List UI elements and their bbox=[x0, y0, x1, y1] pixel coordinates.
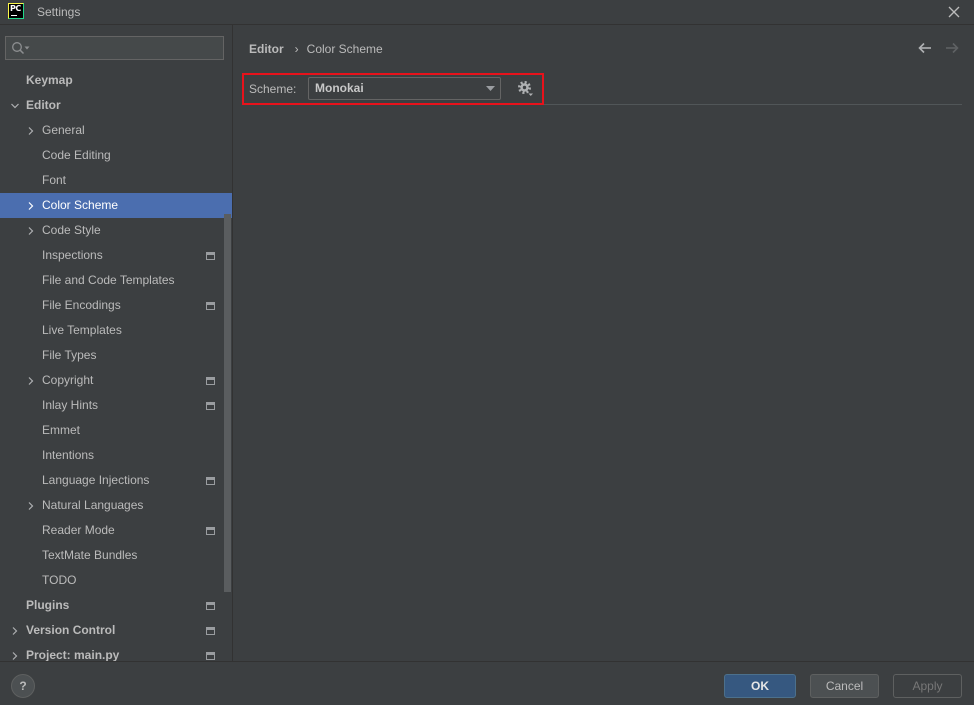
project-scope-icon bbox=[206, 652, 215, 660]
sidebar-item-project[interactable]: Project: main.py bbox=[0, 643, 232, 661]
sidebar-item-language-injections[interactable]: Language Injections bbox=[0, 468, 232, 493]
project-scope-icon bbox=[206, 602, 215, 610]
breadcrumb-separator: › bbox=[294, 42, 299, 56]
sidebar-item-label: Intentions bbox=[42, 448, 95, 462]
sidebar-item-plugins[interactable]: Plugins bbox=[0, 593, 232, 618]
sidebar-item-label: File Types bbox=[42, 348, 97, 362]
sidebar-item-inlay-hints[interactable]: Inlay Hints bbox=[0, 393, 232, 418]
title-bar: PC Settings bbox=[0, 0, 974, 25]
sidebar-item-code-style[interactable]: Code Style bbox=[0, 218, 232, 243]
search-input[interactable] bbox=[34, 39, 218, 57]
settings-sidebar: Keymap Editor General Code Editing Font … bbox=[0, 25, 233, 661]
scheme-row-highlight bbox=[242, 73, 544, 105]
sidebar-item-general[interactable]: General bbox=[0, 118, 232, 143]
cancel-button[interactable]: Cancel bbox=[810, 674, 879, 698]
sidebar-item-intentions[interactable]: Intentions bbox=[0, 443, 232, 468]
sidebar-item-label: Font bbox=[42, 173, 67, 187]
sidebar-item-keymap[interactable]: Keymap bbox=[0, 68, 232, 93]
sidebar-item-file-and-code-templates[interactable]: File and Code Templates bbox=[0, 268, 232, 293]
project-scope-icon bbox=[206, 627, 215, 635]
project-scope-icon bbox=[206, 527, 215, 535]
sidebar-item-label: Project: main.py bbox=[26, 648, 120, 661]
sidebar-item-label: Copyright bbox=[42, 373, 94, 387]
project-scope-icon bbox=[206, 302, 215, 310]
breadcrumb-parent[interactable]: Editor bbox=[249, 42, 284, 56]
sidebar-item-label: Inspections bbox=[42, 248, 103, 262]
sidebar-item-font[interactable]: Font bbox=[0, 168, 232, 193]
arrow-right-icon bbox=[946, 42, 959, 54]
sidebar-item-label: TODO bbox=[42, 573, 77, 587]
settings-content: Editor › Color Scheme Scheme: Monokai bbox=[233, 25, 974, 661]
sidebar-item-label: General bbox=[42, 123, 85, 137]
project-scope-icon bbox=[206, 377, 215, 385]
sidebar-item-label: File and Code Templates bbox=[42, 273, 175, 287]
chevron-right-icon[interactable] bbox=[26, 501, 36, 511]
sidebar-item-label: Version Control bbox=[26, 623, 116, 637]
pycharm-icon: PC bbox=[8, 3, 24, 19]
sidebar-item-label: Editor bbox=[26, 98, 61, 112]
project-scope-icon bbox=[206, 402, 215, 410]
sidebar-item-label: Live Templates bbox=[42, 323, 122, 337]
search-field[interactable] bbox=[5, 36, 224, 60]
chevron-right-icon[interactable] bbox=[26, 126, 36, 136]
dialog-footer: ? OK Cancel Apply bbox=[0, 661, 974, 705]
chevron-down-icon[interactable] bbox=[10, 101, 20, 111]
chevron-right-icon[interactable] bbox=[26, 201, 36, 211]
help-button[interactable]: ? bbox=[11, 674, 35, 698]
app-icon-bar bbox=[11, 15, 17, 16]
forward-button[interactable] bbox=[945, 42, 959, 54]
breadcrumb: Editor › Color Scheme bbox=[249, 39, 383, 59]
sidebar-item-label: Reader Mode bbox=[42, 523, 115, 537]
sidebar-item-version-control[interactable]: Version Control bbox=[0, 618, 232, 643]
apply-button[interactable]: Apply bbox=[893, 674, 962, 698]
sidebar-item-code-editing[interactable]: Code Editing bbox=[0, 143, 232, 168]
sidebar-item-editor[interactable]: Editor bbox=[0, 93, 232, 118]
sidebar-item-file-encodings[interactable]: File Encodings bbox=[0, 293, 232, 318]
sidebar-item-label: Natural Languages bbox=[42, 498, 144, 512]
project-scope-icon bbox=[206, 252, 215, 260]
sidebar-item-label: Emmet bbox=[42, 423, 81, 437]
ok-button[interactable]: OK bbox=[724, 674, 796, 698]
chevron-right-icon[interactable] bbox=[10, 626, 20, 636]
arrow-left-icon[interactable] bbox=[918, 42, 932, 54]
sidebar-item-emmet[interactable]: Emmet bbox=[0, 418, 232, 443]
sidebar-item-live-templates[interactable]: Live Templates bbox=[0, 318, 232, 343]
sidebar-item-label: Keymap bbox=[26, 73, 73, 87]
chevron-right-icon[interactable] bbox=[26, 376, 36, 386]
sidebar-item-inspections[interactable]: Inspections bbox=[0, 243, 232, 268]
project-scope-icon bbox=[206, 477, 215, 485]
sidebar-item-reader-mode[interactable]: Reader Mode bbox=[0, 518, 232, 543]
sidebar-item-label: TextMate Bundles bbox=[42, 548, 138, 562]
sidebar-item-label: Plugins bbox=[26, 598, 70, 612]
chevron-right-icon[interactable] bbox=[26, 226, 36, 236]
search-icon[interactable] bbox=[11, 41, 31, 55]
sidebar-item-color-scheme[interactable]: Color Scheme bbox=[0, 193, 232, 218]
sidebar-item-label: File Encodings bbox=[42, 298, 121, 312]
sidebar-item-textmate-bundles[interactable]: TextMate Bundles bbox=[0, 543, 232, 568]
sidebar-item-label: Code Style bbox=[42, 223, 101, 237]
back-button[interactable] bbox=[918, 42, 932, 54]
window-title: Settings bbox=[37, 5, 81, 19]
sidebar-item-label: Inlay Hints bbox=[42, 398, 99, 412]
chevron-right-icon[interactable] bbox=[10, 651, 20, 661]
close-icon[interactable] bbox=[947, 5, 961, 19]
sidebar-scrollbar[interactable] bbox=[224, 214, 231, 592]
sidebar-item-natural-languages[interactable]: Natural Languages bbox=[0, 493, 232, 518]
sidebar-item-label: Color Scheme bbox=[42, 198, 119, 212]
breadcrumb-current: Color Scheme bbox=[306, 42, 383, 56]
sidebar-item-label: Language Injections bbox=[42, 473, 150, 487]
sidebar-item-todo[interactable]: TODO bbox=[0, 568, 232, 593]
sidebar-item-label: Code Editing bbox=[42, 148, 111, 162]
sidebar-item-copyright[interactable]: Copyright bbox=[0, 368, 232, 393]
sidebar-item-file-types[interactable]: File Types bbox=[0, 343, 232, 368]
settings-tree: Keymap Editor General Code Editing Font … bbox=[0, 68, 232, 661]
app-icon-text: PC bbox=[10, 4, 21, 13]
close-button[interactable] bbox=[947, 5, 961, 19]
